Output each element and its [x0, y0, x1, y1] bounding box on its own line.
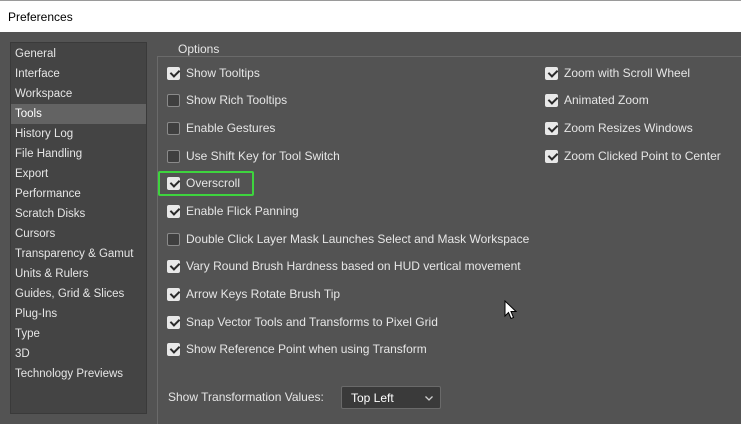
animated-zoom-checkbox[interactable] — [545, 93, 558, 107]
sidebar-item-history-log[interactable]: History Log — [11, 124, 146, 144]
mouse-pointer-icon — [504, 300, 518, 320]
show-rich-tooltips-label: Show Rich Tooltips — [186, 93, 288, 107]
zoom-clicked-point-option[interactable]: Zoom Clicked Point to Center — [545, 147, 721, 165]
show-rich-tooltips-checkbox[interactable] — [167, 93, 180, 107]
arrow-keys-rotate-brush-checkbox[interactable] — [167, 287, 180, 301]
preferences-sidebar: General Interface Workspace Tools Histor… — [10, 42, 147, 414]
show-rich-tooltips-option[interactable]: Show Rich Tooltips — [167, 91, 287, 109]
shift-key-tool-switch-option[interactable]: Use Shift Key for Tool Switch — [167, 147, 340, 165]
vary-round-brush-hardness-option[interactable]: Vary Round Brush Hardness based on HUD v… — [167, 257, 521, 275]
double-click-layer-mask-label: Double Click Layer Mask Launches Select … — [186, 232, 530, 246]
enable-flick-panning-label: Enable Flick Panning — [186, 204, 299, 218]
sidebar-item-performance[interactable]: Performance — [11, 184, 146, 204]
sidebar-item-workspace[interactable]: Workspace — [11, 84, 146, 104]
zoom-resizes-windows-option[interactable]: Zoom Resizes Windows — [545, 119, 693, 137]
sidebar-item-guides-grid-slices[interactable]: Guides, Grid & Slices — [11, 284, 146, 304]
zoom-scroll-wheel-checkbox[interactable] — [545, 66, 558, 80]
transformation-values-label: Show Transformation Values: — [168, 390, 324, 404]
enable-gestures-checkbox[interactable] — [167, 121, 180, 135]
zoom-scroll-wheel-option[interactable]: Zoom with Scroll Wheel — [545, 64, 690, 82]
sidebar-item-cursors[interactable]: Cursors — [11, 224, 146, 244]
sidebar-item-technology-previews[interactable]: Technology Previews — [11, 364, 146, 384]
zoom-clicked-point-label: Zoom Clicked Point to Center — [564, 149, 721, 163]
show-reference-point-checkbox[interactable] — [167, 342, 180, 356]
transformation-values-select[interactable]: Top Left — [341, 386, 441, 409]
zoom-scroll-wheel-label: Zoom with Scroll Wheel — [564, 66, 691, 80]
sidebar-item-3d[interactable]: 3D — [11, 344, 146, 364]
sidebar-item-plug-ins[interactable]: Plug-Ins — [11, 304, 146, 324]
vary-round-brush-hardness-checkbox[interactable] — [167, 259, 180, 273]
animated-zoom-option[interactable]: Animated Zoom — [545, 91, 649, 109]
transformation-values-selected: Top Left — [351, 390, 394, 405]
shift-key-tool-switch-label: Use Shift Key for Tool Switch — [186, 149, 340, 163]
overscroll-label: Overscroll — [186, 176, 241, 190]
arrow-keys-rotate-brush-option[interactable]: Arrow Keys Rotate Brush Tip — [167, 285, 340, 303]
show-tooltips-checkbox[interactable] — [167, 66, 180, 80]
sidebar-item-interface[interactable]: Interface — [11, 64, 146, 84]
sidebar-item-file-handling[interactable]: File Handling — [11, 144, 146, 164]
enable-flick-panning-option[interactable]: Enable Flick Panning — [167, 202, 299, 220]
zoom-resizes-windows-checkbox[interactable] — [545, 121, 558, 135]
double-click-layer-mask-checkbox[interactable] — [167, 232, 180, 246]
overscroll-option[interactable]: Overscroll — [167, 174, 240, 192]
options-legend: Options — [172, 42, 226, 56]
overscroll-checkbox[interactable] — [167, 176, 180, 190]
show-reference-point-option[interactable]: Show Reference Point when using Transfor… — [167, 340, 427, 358]
enable-gestures-label: Enable Gestures — [186, 121, 276, 135]
vary-round-brush-hardness-label: Vary Round Brush Hardness based on HUD v… — [186, 259, 521, 273]
sidebar-item-export[interactable]: Export — [11, 164, 146, 184]
snap-vector-tools-option[interactable]: Snap Vector Tools and Transforms to Pixe… — [167, 313, 438, 331]
snap-vector-tools-checkbox[interactable] — [167, 315, 180, 329]
show-tooltips-label: Show Tooltips — [186, 66, 260, 80]
sidebar-item-units-rulers[interactable]: Units & Rulers — [11, 264, 146, 284]
window-titlebar: Preferences — [0, 0, 741, 32]
sidebar-item-tools[interactable]: Tools — [11, 104, 146, 124]
sidebar-item-transparency-gamut[interactable]: Transparency & Gamut — [11, 244, 146, 264]
show-tooltips-option[interactable]: Show Tooltips — [167, 64, 260, 82]
double-click-layer-mask-option[interactable]: Double Click Layer Mask Launches Select … — [167, 230, 529, 248]
snap-vector-tools-label: Snap Vector Tools and Transforms to Pixe… — [186, 315, 438, 329]
animated-zoom-label: Animated Zoom — [564, 93, 649, 107]
zoom-clicked-point-checkbox[interactable] — [545, 149, 558, 163]
show-reference-point-label: Show Reference Point when using Transfor… — [186, 342, 427, 356]
enable-gestures-option[interactable]: Enable Gestures — [167, 119, 275, 137]
shift-key-tool-switch-checkbox[interactable] — [167, 149, 180, 163]
enable-flick-panning-checkbox[interactable] — [167, 204, 180, 218]
sidebar-item-type[interactable]: Type — [11, 324, 146, 344]
zoom-resizes-windows-label: Zoom Resizes Windows — [564, 121, 693, 135]
sidebar-item-general[interactable]: General — [11, 44, 146, 64]
chevron-down-icon — [425, 395, 433, 401]
arrow-keys-rotate-brush-label: Arrow Keys Rotate Brush Tip — [186, 287, 341, 301]
sidebar-item-scratch-disks[interactable]: Scratch Disks — [11, 204, 146, 224]
window-title: Preferences — [8, 10, 73, 24]
